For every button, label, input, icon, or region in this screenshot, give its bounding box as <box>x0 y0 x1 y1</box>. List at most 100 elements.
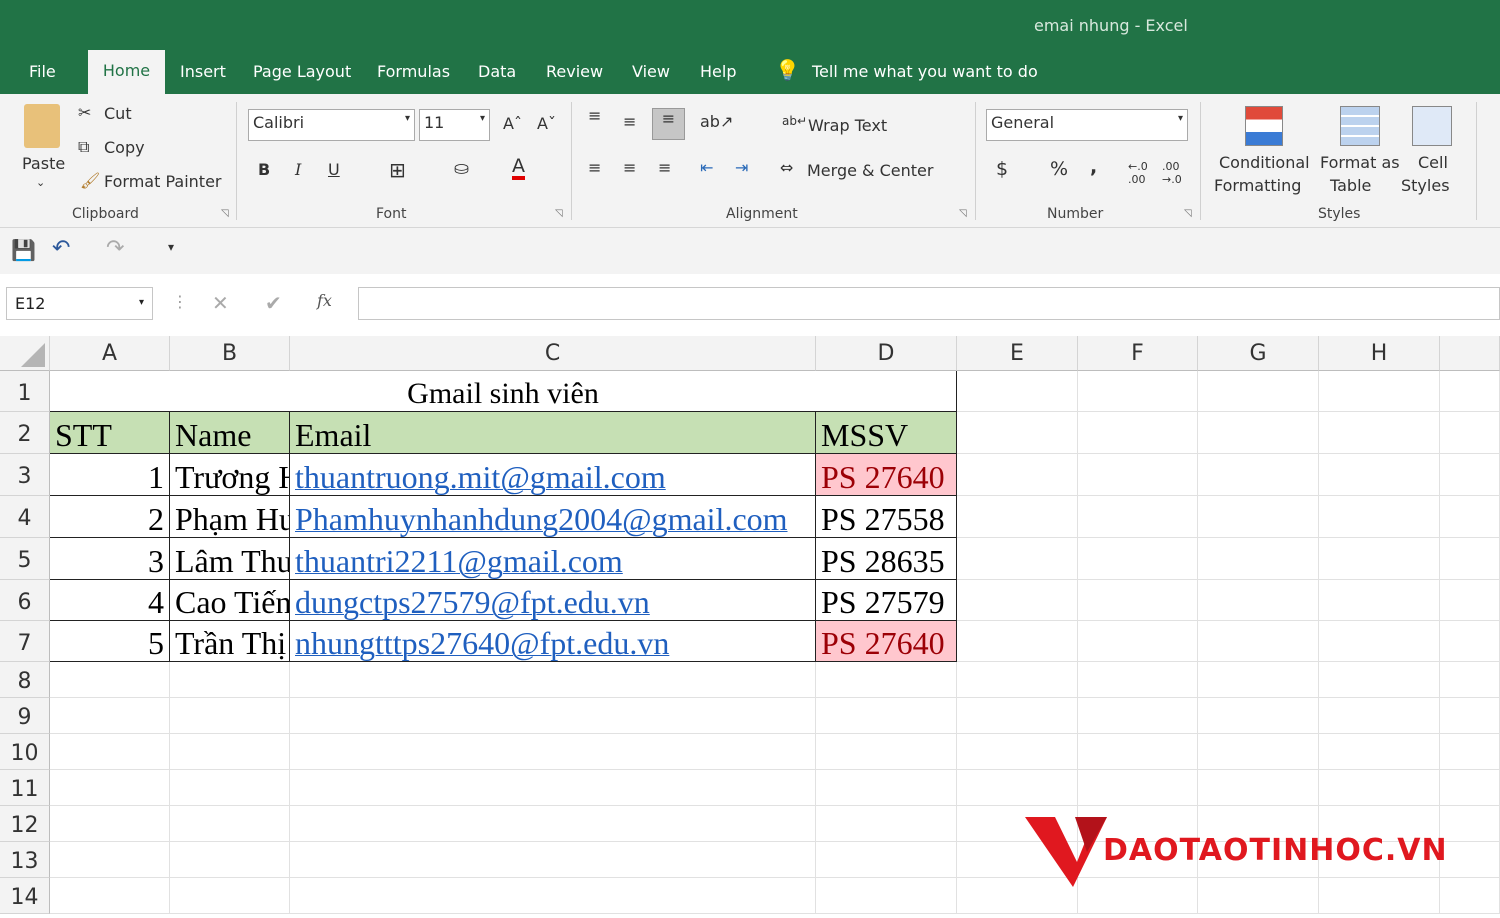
cell[interactable] <box>816 842 957 878</box>
cell[interactable] <box>1078 371 1198 412</box>
cell[interactable] <box>170 878 290 914</box>
cell[interactable] <box>1319 496 1440 538</box>
email-link[interactable]: Phamhuynhanhdung2004@gmail.com <box>295 501 788 537</box>
tab-insert[interactable]: Insert <box>180 62 226 81</box>
cell[interactable] <box>957 538 1078 580</box>
tab-data[interactable]: Data <box>478 62 516 81</box>
select-all-corner[interactable] <box>0 336 50 371</box>
cell[interactable] <box>290 878 816 914</box>
align-left-icon[interactable]: ≡ <box>588 158 601 177</box>
column-header[interactable]: B <box>170 336 290 371</box>
header-mssv[interactable]: MSSV <box>816 412 957 454</box>
row-header[interactable]: 12 <box>0 806 50 842</box>
cell[interactable] <box>1078 698 1198 734</box>
cell[interactable] <box>50 698 170 734</box>
redo-icon[interactable]: ↷ <box>106 236 124 261</box>
row-header[interactable]: 3 <box>0 454 50 496</box>
name-cell[interactable]: Trương H <box>170 454 290 496</box>
row-header[interactable]: 14 <box>0 878 50 914</box>
header-stt[interactable]: STT <box>50 412 170 454</box>
cell[interactable] <box>1078 454 1198 496</box>
cell[interactable] <box>1078 538 1198 580</box>
cell[interactable] <box>1198 734 1319 770</box>
increase-font-icon[interactable]: Aˆ <box>503 114 522 133</box>
cell[interactable] <box>1078 412 1198 454</box>
tab-review[interactable]: Review <box>546 62 603 81</box>
cell[interactable] <box>1440 496 1500 538</box>
cell-styles-button[interactable]: Cell <box>1418 153 1448 172</box>
italic-button[interactable]: I <box>295 160 301 179</box>
cell[interactable] <box>957 770 1078 806</box>
column-header[interactable] <box>1440 336 1500 371</box>
email-link[interactable]: thuantruong.mit@gmail.com <box>295 459 666 495</box>
cut-button[interactable]: Cut <box>104 104 132 123</box>
sheet-title-cell[interactable]: Gmail sinh viên <box>50 371 957 412</box>
cell[interactable] <box>816 806 957 842</box>
tell-me-search[interactable]: Tell me what you want to do <box>812 62 1038 81</box>
cell[interactable] <box>1198 412 1319 454</box>
insert-function-button[interactable]: fx <box>317 291 332 310</box>
cell[interactable] <box>1319 454 1440 496</box>
stt-cell[interactable]: 2 <box>50 496 170 538</box>
tab-formulas[interactable]: Formulas <box>377 62 450 81</box>
dialog-launcher-icon[interactable]: ◹ <box>555 208 563 219</box>
column-header[interactable]: H <box>1319 336 1440 371</box>
currency-button[interactable]: $ <box>996 158 1008 180</box>
paste-icon[interactable] <box>24 104 60 148</box>
column-header[interactable]: G <box>1198 336 1319 371</box>
increase-decimal-icon[interactable]: ←.0.00 <box>1128 160 1148 186</box>
cell[interactable] <box>1198 770 1319 806</box>
font-name-select[interactable]: Calibri ▾ <box>248 109 415 141</box>
merge-center-button[interactable]: Merge & Center <box>807 161 933 180</box>
conditional-formatting-button[interactable]: Conditional <box>1219 153 1310 172</box>
cancel-icon[interactable]: ✕ <box>212 291 229 315</box>
cell[interactable] <box>50 662 170 698</box>
customize-qat-icon[interactable]: ▾ <box>168 240 174 254</box>
bold-button[interactable]: B <box>258 160 270 179</box>
cell[interactable] <box>816 734 957 770</box>
cell[interactable] <box>170 734 290 770</box>
number-format-select[interactable]: General ▾ <box>986 109 1188 141</box>
mssv-cell[interactable]: PS 27558 <box>816 496 957 538</box>
format-as-table-button[interactable]: Format as <box>1320 153 1400 172</box>
cell[interactable] <box>290 842 816 878</box>
column-header[interactable]: E <box>957 336 1078 371</box>
cell[interactable] <box>1440 538 1500 580</box>
cell[interactable] <box>1319 371 1440 412</box>
cell[interactable] <box>290 770 816 806</box>
row-header[interactable]: 9 <box>0 698 50 734</box>
decrease-font-icon[interactable]: Aˇ <box>537 114 556 133</box>
cell[interactable] <box>50 770 170 806</box>
cell[interactable] <box>1078 580 1198 621</box>
mssv-cell[interactable]: PS 27640 <box>816 454 957 496</box>
cell[interactable] <box>1198 371 1319 412</box>
decrease-indent-icon[interactable]: ⇤ <box>700 158 713 177</box>
cell[interactable] <box>170 698 290 734</box>
row-header[interactable]: 10 <box>0 734 50 770</box>
cell[interactable] <box>1319 770 1440 806</box>
font-size-select[interactable]: 11 ▾ <box>419 109 490 141</box>
header-email[interactable]: Email <box>290 412 816 454</box>
cell[interactable] <box>170 842 290 878</box>
name-cell[interactable]: Lâm Thu <box>170 538 290 580</box>
row-header[interactable]: 7 <box>0 621 50 662</box>
cell[interactable] <box>816 662 957 698</box>
mssv-cell[interactable]: PS 27640 <box>816 621 957 662</box>
cell[interactable] <box>1198 580 1319 621</box>
tab-home[interactable]: Home <box>88 50 165 94</box>
cell[interactable] <box>1198 621 1319 662</box>
stt-cell[interactable]: 3 <box>50 538 170 580</box>
name-box[interactable]: E12 ▾ <box>6 287 153 320</box>
cell[interactable] <box>1078 662 1198 698</box>
stt-cell[interactable]: 5 <box>50 621 170 662</box>
row-header[interactable]: 8 <box>0 662 50 698</box>
cell[interactable] <box>290 662 816 698</box>
cell[interactable] <box>1198 662 1319 698</box>
cell[interactable] <box>1078 496 1198 538</box>
email-link[interactable]: dungctps27579@fpt.edu.vn <box>295 584 650 620</box>
cell[interactable] <box>1078 621 1198 662</box>
row-header[interactable]: 6 <box>0 580 50 621</box>
tab-file[interactable]: File <box>29 62 56 81</box>
dialog-launcher-icon[interactable]: ◹ <box>959 208 967 219</box>
cell[interactable] <box>957 580 1078 621</box>
